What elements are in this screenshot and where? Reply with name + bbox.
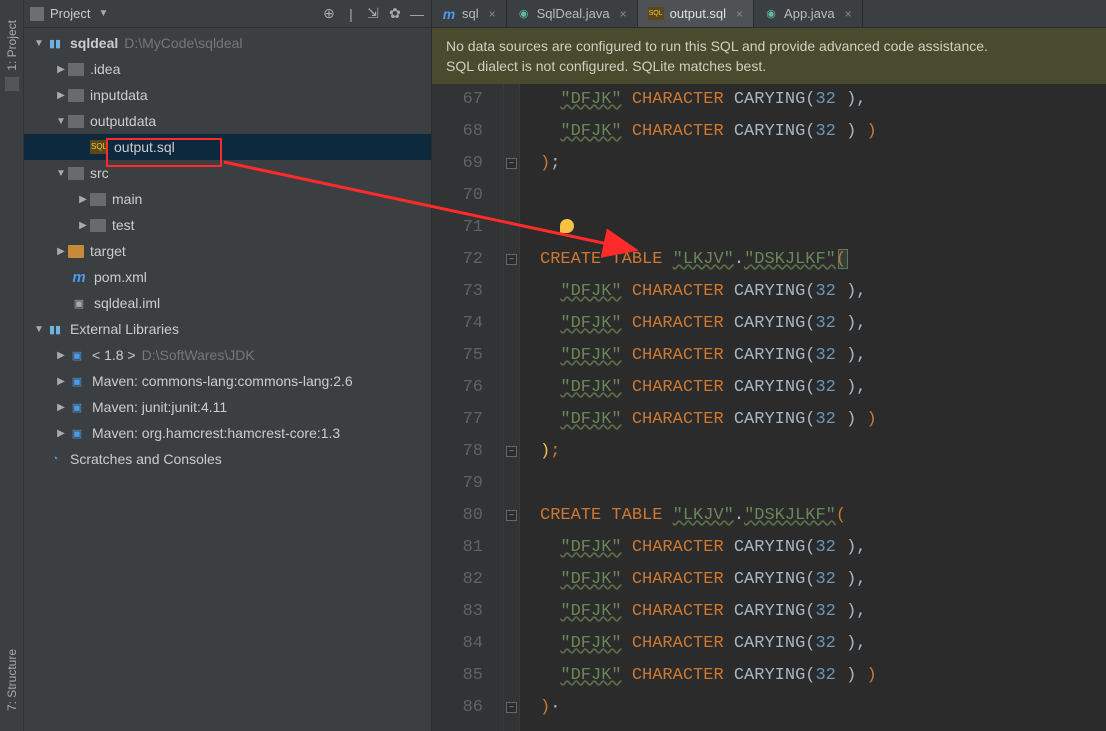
project-sidebar: Project ▼ ⊕ | ⇲ ✿ — ▼ ▮▮ sqldeal D:\MyCo… xyxy=(24,0,432,731)
line-gutter: 6768697071727374757677787980818283848586 xyxy=(432,84,504,731)
close-icon[interactable]: × xyxy=(620,7,627,21)
libraries-icon: ▮▮ xyxy=(46,320,64,338)
tree-jdk[interactable]: ▶ ▣ < 1.8 > D:\SoftWares\JDK xyxy=(24,342,431,368)
chevron-right-icon[interactable]: ▶ xyxy=(76,194,90,205)
chevron-right-icon[interactable]: ▶ xyxy=(76,220,90,231)
banner-sqlite-link[interactable]: SQLite xyxy=(632,58,675,74)
tool-window-stripe-left: 1: Project 7: Structure xyxy=(0,0,24,731)
stripe-project[interactable]: 1: Project xyxy=(5,20,19,71)
folder-icon xyxy=(68,89,84,102)
module-icon: ▮▮ xyxy=(46,34,64,52)
root-name: sqldeal xyxy=(70,35,118,51)
divider: | xyxy=(343,6,359,22)
gear-icon[interactable]: ✿ xyxy=(387,6,403,22)
tree-root[interactable]: ▼ ▮▮ sqldeal D:\MyCode\sqldeal xyxy=(24,30,431,56)
fold-toggle-icon[interactable]: – xyxy=(506,158,517,169)
tree-outputdata[interactable]: ▼ outputdata xyxy=(24,108,431,134)
maven-icon: m xyxy=(442,7,456,21)
sql-file-icon: SQL xyxy=(90,140,108,154)
chevron-right-icon[interactable]: ▶ xyxy=(54,64,68,75)
folder-icon xyxy=(68,63,84,76)
java-class-icon: ◉ xyxy=(764,7,778,21)
jdk-icon: ▣ xyxy=(68,346,86,364)
tree-target[interactable]: ▶ target xyxy=(24,238,431,264)
maven-lib-icon: ▣ xyxy=(68,398,86,416)
project-icon xyxy=(30,7,44,21)
code-editor[interactable]: 6768697071727374757677787980818283848586… xyxy=(432,84,1106,731)
stripe-icon xyxy=(5,77,19,91)
tab-App-java[interactable]: ◉App.java× xyxy=(754,0,863,27)
project-tree: ▼ ▮▮ sqldeal D:\MyCode\sqldeal ▶ .idea ▶… xyxy=(24,28,431,731)
folder-icon xyxy=(68,167,84,180)
tree-iml[interactable]: ▣ sqldeal.iml xyxy=(24,290,431,316)
close-icon[interactable]: × xyxy=(489,7,496,21)
locate-icon[interactable]: ⊕ xyxy=(321,6,337,22)
chevron-down-icon[interactable]: ▼ xyxy=(54,168,68,179)
sql-file-icon: SQL xyxy=(648,7,664,20)
project-title[interactable]: Project xyxy=(50,6,90,21)
tree-idea[interactable]: ▶ .idea xyxy=(24,56,431,82)
inspection-banner[interactable]: No data sources are configured to run th… xyxy=(432,28,1106,84)
root-path: D:\MyCode\sqldeal xyxy=(124,35,242,51)
chevron-down-icon[interactable]: ▼ xyxy=(32,38,46,49)
editor-area: msql×◉SqlDeal.java×SQLoutput.sql×◉App.ja… xyxy=(432,0,1106,731)
dropdown-icon[interactable]: ▼ xyxy=(98,8,108,19)
tree-inputdata[interactable]: ▶ inputdata xyxy=(24,82,431,108)
chevron-right-icon[interactable]: ▶ xyxy=(54,428,68,439)
scratches-icon: ◔ xyxy=(46,450,64,468)
chevron-right-icon[interactable]: ▶ xyxy=(54,376,68,387)
chevron-right-icon[interactable]: ▶ xyxy=(54,350,68,361)
tab-sql[interactable]: msql× xyxy=(432,0,507,27)
fold-toggle-icon[interactable]: – xyxy=(506,702,517,713)
fold-toggle-icon[interactable]: – xyxy=(506,510,517,521)
banner-line-1: No data sources are configured to run th… xyxy=(446,36,1092,56)
tree-main[interactable]: ▶ main xyxy=(24,186,431,212)
tree-mvn3[interactable]: ▶ ▣ Maven: org.hamcrest:hamcrest-core:1.… xyxy=(24,420,431,446)
folder-icon xyxy=(68,115,84,128)
tree-extlib[interactable]: ▼ ▮▮ External Libraries xyxy=(24,316,431,342)
tree-pom[interactable]: m pom.xml xyxy=(24,264,431,290)
folder-icon xyxy=(90,219,106,232)
iml-icon: ▣ xyxy=(70,294,88,312)
maven-lib-icon: ▣ xyxy=(68,372,86,390)
maven-icon: m xyxy=(70,268,88,286)
chevron-right-icon[interactable]: ▶ xyxy=(54,246,68,257)
editor-tabs: msql×◉SqlDeal.java×SQLoutput.sql×◉App.ja… xyxy=(432,0,1106,28)
close-icon[interactable]: × xyxy=(736,7,743,21)
collapse-icon[interactable]: ⇲ xyxy=(365,6,381,22)
tab-SqlDeal-java[interactable]: ◉SqlDeal.java× xyxy=(507,0,638,27)
tree-mvn1[interactable]: ▶ ▣ Maven: commons-lang:commons-lang:2.6 xyxy=(24,368,431,394)
java-class-icon: ◉ xyxy=(517,7,531,21)
code-content[interactable]: "DFJK" CHARACTER CARYING(32 ), "DFJK" CH… xyxy=(520,84,1106,731)
close-icon[interactable]: × xyxy=(845,7,852,21)
chevron-right-icon[interactable]: ▶ xyxy=(54,402,68,413)
folder-excluded-icon xyxy=(68,245,84,258)
hide-icon[interactable]: — xyxy=(409,6,425,22)
tree-scratches[interactable]: ◔ Scratches and Consoles xyxy=(24,446,431,472)
fold-toggle-icon[interactable]: – xyxy=(506,446,517,457)
project-header: Project ▼ ⊕ | ⇲ ✿ — xyxy=(24,0,431,28)
chevron-right-icon[interactable]: ▶ xyxy=(54,90,68,101)
tree-test[interactable]: ▶ test xyxy=(24,212,431,238)
maven-lib-icon: ▣ xyxy=(68,424,86,442)
chevron-down-icon[interactable]: ▼ xyxy=(32,324,46,335)
folder-icon xyxy=(90,193,106,206)
fold-toggle-icon[interactable]: – xyxy=(506,254,517,265)
tree-mvn2[interactable]: ▶ ▣ Maven: junit:junit:4.11 xyxy=(24,394,431,420)
intention-bulb-icon[interactable] xyxy=(560,219,574,233)
tree-src[interactable]: ▼ src xyxy=(24,160,431,186)
tab-output-sql[interactable]: SQLoutput.sql× xyxy=(638,0,754,27)
tree-outputsql[interactable]: SQL output.sql xyxy=(24,134,431,160)
banner-line-2: SQL dialect is not configured. SQLite ma… xyxy=(446,56,1092,76)
fold-column: – – – – – xyxy=(504,84,520,731)
chevron-down-icon[interactable]: ▼ xyxy=(54,116,68,127)
stripe-structure[interactable]: 7: Structure xyxy=(5,649,19,711)
